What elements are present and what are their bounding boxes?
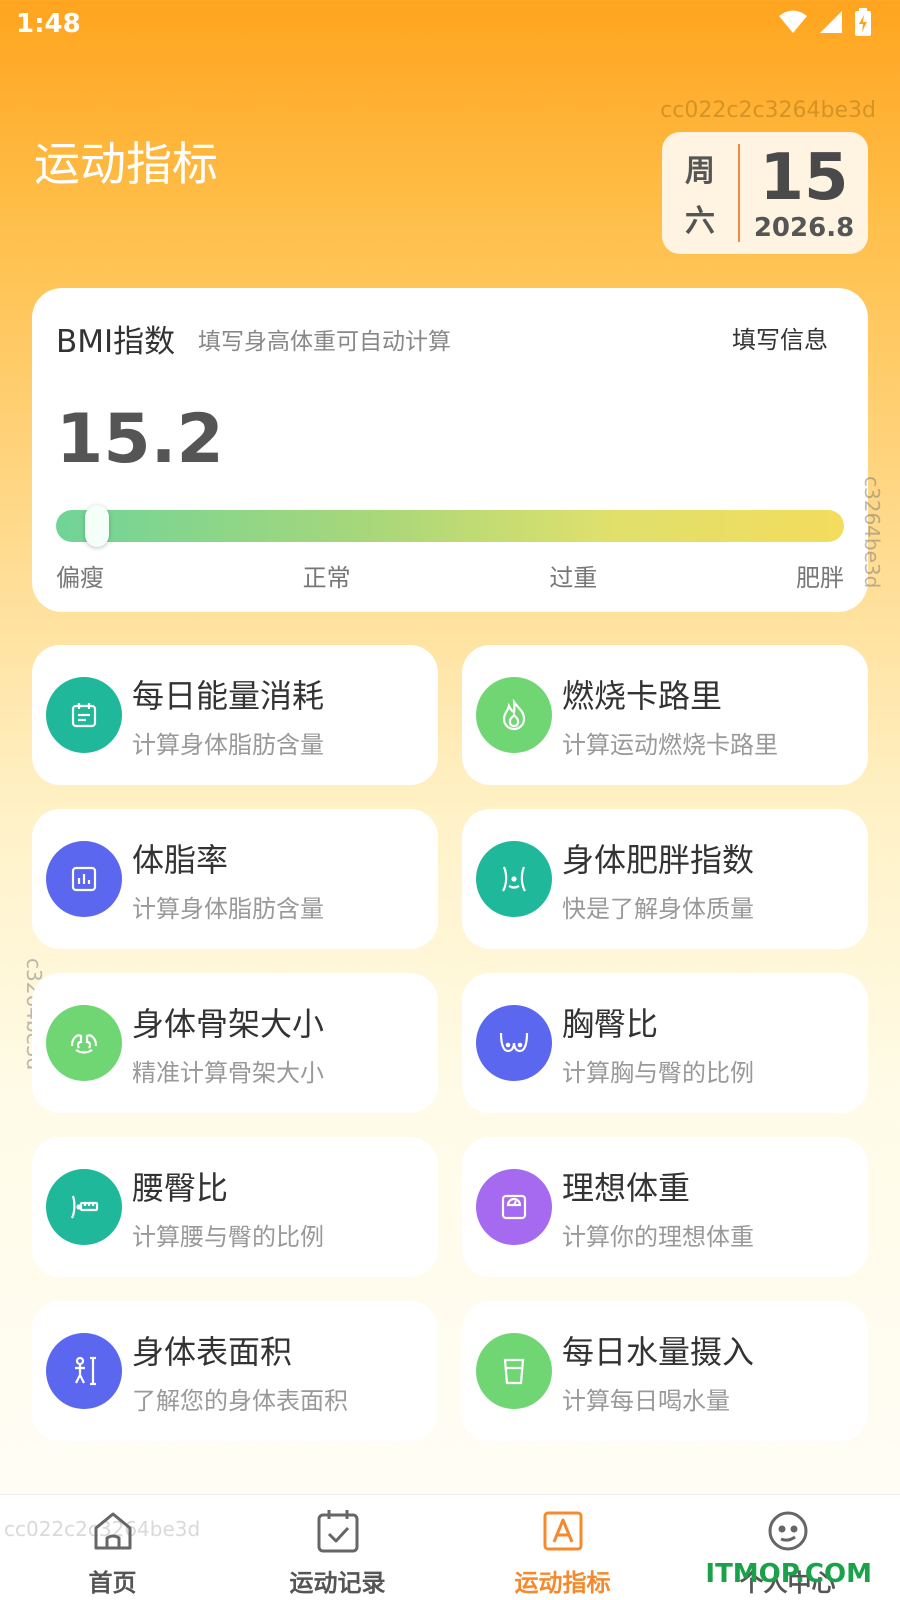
- tool-title: 理想体重: [562, 1169, 691, 1207]
- date-day: 15: [759, 141, 849, 215]
- date-values: 15 2026.8: [740, 143, 868, 243]
- weekday-char-2: 六: [685, 204, 715, 239]
- tool-icon-bg: [476, 1005, 552, 1081]
- status-time: 1:48: [16, 9, 81, 39]
- tab-label: 运动指标: [514, 1569, 611, 1597]
- tool-desc: 快是了解身体质量: [562, 895, 754, 923]
- tool-grid: 每日能量消耗 计算身体脂肪含量 燃烧卡路里 计算运动燃烧卡路里 体脂率 计算身体…: [32, 645, 868, 1441]
- side-watermark: c3264be3d: [860, 476, 884, 589]
- tool-card-burn-calories[interactable]: 燃烧卡路里 计算运动燃烧卡路里: [462, 645, 868, 785]
- tool-title: 燃烧卡路里: [562, 677, 723, 715]
- tape-measure-icon: [70, 1195, 99, 1219]
- tool-icon-bg: [476, 841, 552, 917]
- bmi-value: 15.2: [56, 400, 224, 479]
- tool-desc: 计算胸与臀的比例: [562, 1059, 754, 1087]
- tab-exercise-metrics[interactable]: 运动指标: [450, 1495, 675, 1600]
- tool-card-daily-energy[interactable]: 每日能量消耗 计算身体脂肪含量: [32, 645, 438, 785]
- site-watermark: ITMOP.COM: [705, 1559, 872, 1589]
- water-cup-icon: [503, 1358, 525, 1385]
- tool-card-body-surface-area[interactable]: 身体表面积 了解您的身体表面积: [32, 1301, 438, 1441]
- waist-icon: [502, 866, 526, 892]
- tool-title: 腰臀比: [132, 1169, 229, 1207]
- letter-a-icon: [539, 1507, 587, 1555]
- tool-desc: 计算腰与臀的比例: [132, 1223, 324, 1251]
- tool-title: 身体肥胖指数: [562, 841, 755, 879]
- status-icons: [778, 8, 872, 36]
- tool-card-body-fat[interactable]: 体脂率 计算身体脂肪含量: [32, 809, 438, 949]
- bmi-title: BMI指数: [56, 324, 176, 360]
- bmi-indicator: [85, 505, 109, 547]
- tool-card-body-obesity-index[interactable]: 身体肥胖指数 快是了解身体质量: [462, 809, 868, 949]
- home-icon: [89, 1507, 137, 1555]
- tool-title: 每日水量摄入: [562, 1333, 755, 1371]
- tool-title: 体脂率: [132, 841, 229, 879]
- tool-icon-bg: [46, 1169, 122, 1245]
- tool-title: 每日能量消耗: [132, 677, 325, 715]
- signal-icon: [820, 11, 842, 33]
- tab-exercise-record[interactable]: 运动记录: [225, 1495, 450, 1600]
- date-weekday: 周 六: [662, 146, 738, 240]
- checklist-icon: [314, 1507, 362, 1555]
- fill-info-button[interactable]: 填写信息: [732, 320, 828, 355]
- battery-icon: [855, 8, 871, 36]
- page-title: 运动指标: [34, 137, 218, 191]
- bottom-tab-bar: cc022c2c3264be3d 首页 运动记录 运动指标 个人中心 ITMOP…: [0, 1494, 900, 1600]
- bar-chart-icon: [71, 866, 97, 892]
- bmi-label-normal: 正常: [302, 564, 351, 592]
- tool-card-waist-hip-ratio[interactable]: 腰臀比 计算腰与臀的比例: [32, 1137, 438, 1277]
- tool-card-daily-water[interactable]: 每日水量摄入 计算每日喝水量: [462, 1301, 868, 1441]
- tool-card-ideal-weight[interactable]: 理想体重 计算你的理想体重: [462, 1137, 868, 1277]
- tool-icon-bg: [476, 1169, 552, 1245]
- date-card: 周 六 15 2026.8: [662, 132, 868, 254]
- tool-icon-bg: [46, 677, 122, 753]
- watermark-text: cc022c2c3264be3d: [660, 98, 876, 123]
- tool-icon-bg: [46, 1005, 122, 1081]
- tool-desc: 精准计算骨架大小: [132, 1059, 324, 1087]
- flame-icon: [502, 699, 526, 731]
- tool-desc: 计算运动燃烧卡路里: [562, 731, 778, 759]
- bmi-scale-bar: [56, 505, 844, 547]
- weekday-char-1: 周: [685, 154, 715, 189]
- tool-desc: 计算身体脂肪含量: [132, 731, 324, 759]
- tab-label: 首页: [88, 1569, 137, 1597]
- wifi-icon: [779, 10, 807, 33]
- tool-icon-bg: [476, 677, 552, 753]
- bmi-label-overweight: 过重: [549, 564, 598, 592]
- tool-card-chest-hip-ratio[interactable]: 胸臀比 计算胸与臀的比例: [462, 973, 868, 1113]
- bmi-subtitle: 填写身高体重可自动计算: [198, 329, 451, 355]
- bmi-label-obese: 肥胖: [795, 564, 844, 592]
- bust-icon: [499, 1032, 529, 1053]
- tab-label: 运动记录: [289, 1569, 386, 1597]
- tool-icon-bg: [476, 1333, 552, 1409]
- scale-icon: [501, 1194, 527, 1220]
- tab-home[interactable]: 首页: [0, 1495, 225, 1600]
- calendar-icon: [71, 703, 97, 728]
- tool-icon-bg: [46, 1333, 122, 1409]
- bmi-scale-labels: 偏瘦 正常 过重 肥胖: [56, 558, 844, 593]
- tool-card-skeleton-size[interactable]: 身体骨架大小 精准计算骨架大小: [32, 973, 438, 1113]
- person-ruler-icon: [75, 1356, 96, 1386]
- date-year-month: 2026.8: [753, 213, 855, 243]
- status-bar: 1:48: [0, 0, 900, 50]
- muscle-icon: [70, 1034, 98, 1054]
- bmi-label-underweight: 偏瘦: [56, 564, 104, 592]
- tool-desc: 了解您的身体表面积: [132, 1387, 348, 1415]
- bmi-card: BMI指数 填写身高体重可自动计算 填写信息 15.2 偏瘦 正常 过重 肥胖: [32, 288, 868, 612]
- face-icon: [764, 1507, 812, 1555]
- tool-title: 身体骨架大小: [132, 1005, 325, 1043]
- tool-title: 胸臀比: [562, 1005, 659, 1043]
- tool-desc: 计算每日喝水量: [562, 1387, 730, 1415]
- tool-icon-bg: [46, 841, 122, 917]
- tool-desc: 计算你的理想体重: [562, 1223, 754, 1251]
- tool-desc: 计算身体脂肪含量: [132, 895, 324, 923]
- tool-title: 身体表面积: [132, 1333, 293, 1371]
